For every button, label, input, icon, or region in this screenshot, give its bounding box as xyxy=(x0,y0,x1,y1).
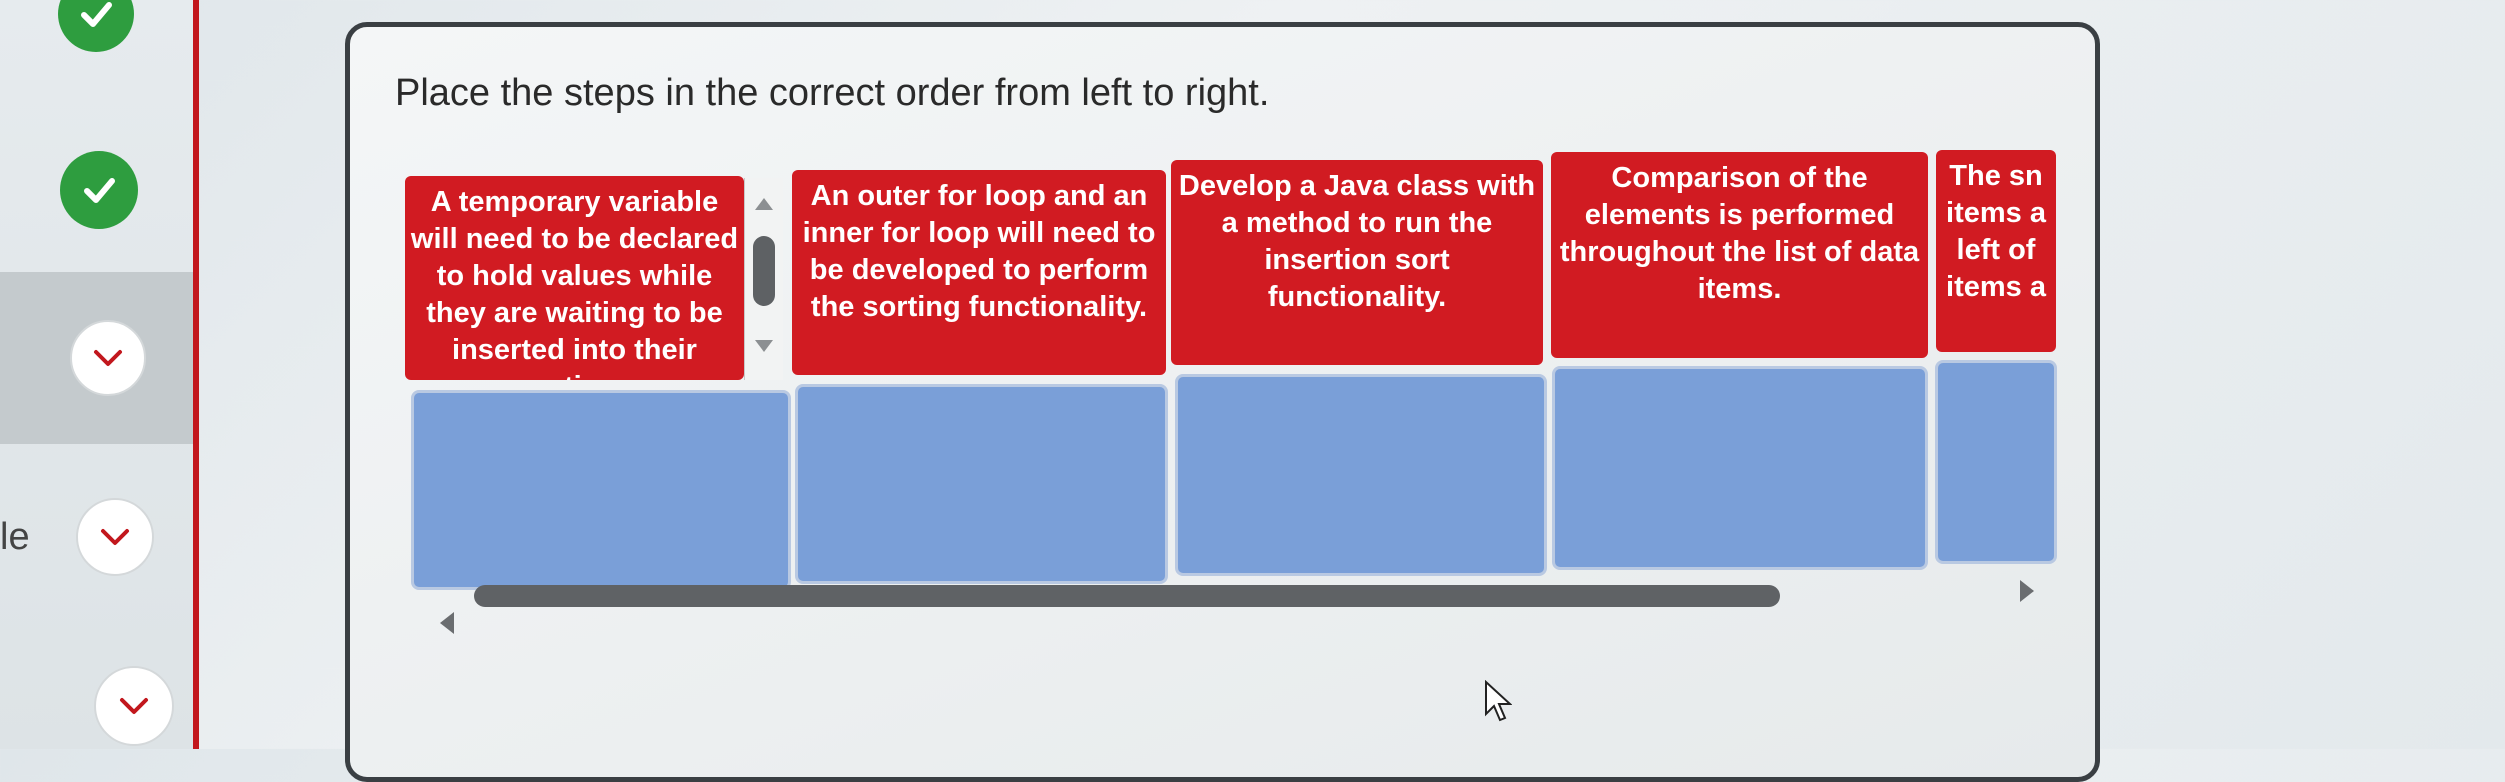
checkmark-icon xyxy=(84,178,115,203)
question-4-expand-button[interactable] xyxy=(76,498,154,576)
drop-slot-2[interactable] xyxy=(795,384,1168,584)
step-card-5[interactable]: The sn items a left of items a xyxy=(1936,150,2056,352)
scroll-left-arrow-icon[interactable] xyxy=(440,612,454,634)
step-card-1-scrollbar[interactable] xyxy=(744,178,783,380)
mouse-cursor-icon xyxy=(1485,680,1512,722)
question-2-complete-button[interactable] xyxy=(60,151,138,229)
chevron-down-icon xyxy=(94,350,122,366)
drop-slot-5[interactable] xyxy=(1935,360,2057,564)
step-card-4[interactable]: Comparison of the elements is performed … xyxy=(1551,152,1928,358)
scroll-up-arrow-icon[interactable] xyxy=(755,198,773,210)
checkmark-icon xyxy=(81,2,112,27)
drop-slot-4[interactable] xyxy=(1552,366,1928,570)
question-prompt: Place the steps in the correct order fro… xyxy=(395,72,1270,114)
drop-slot-3[interactable] xyxy=(1175,374,1547,576)
question-5-expand-button[interactable] xyxy=(94,666,174,746)
scroll-thumb[interactable] xyxy=(753,236,775,306)
scroll-down-arrow-icon[interactable] xyxy=(755,340,773,352)
step-card-2[interactable]: An outer for loop and an inner for loop … xyxy=(792,170,1166,375)
horizontal-scroll-thumb[interactable] xyxy=(474,585,1780,607)
nav-accent-line xyxy=(193,0,199,749)
question-3-expand-button[interactable] xyxy=(70,320,146,396)
step-card-3[interactable]: Develop a Java class with a method to ru… xyxy=(1171,160,1543,365)
step-card-1[interactable]: A temporary variable will need to be dec… xyxy=(405,176,744,380)
scroll-right-arrow-icon[interactable] xyxy=(2020,580,2034,602)
nav-partial-label: le xyxy=(0,516,30,558)
chevron-down-icon xyxy=(120,698,148,714)
chevron-down-icon xyxy=(101,529,129,545)
drop-slot-1[interactable] xyxy=(411,390,791,590)
